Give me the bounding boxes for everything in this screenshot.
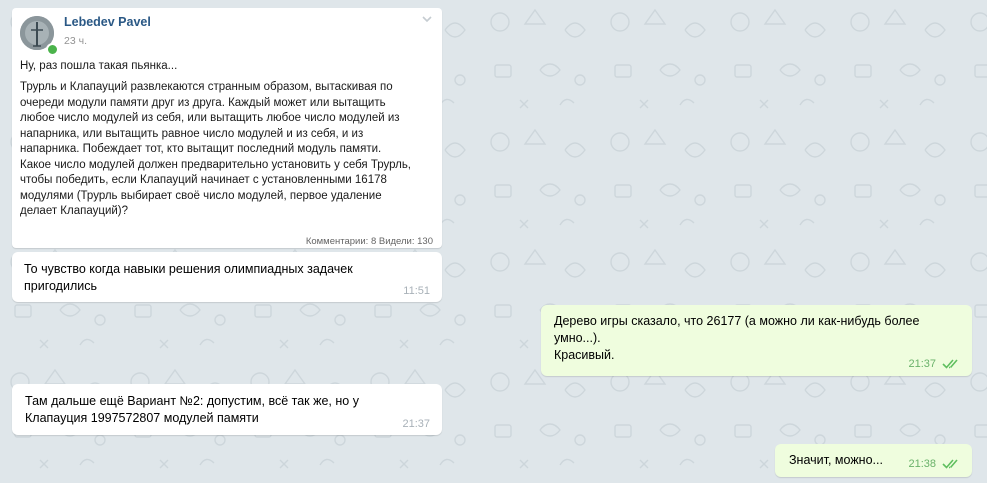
post-intro-text: Ну, раз пошла такая пьянка... xyxy=(20,60,178,72)
double-check-icon xyxy=(942,359,958,369)
message-text: Дерево игры сказало, что 26177 (а можно … xyxy=(554,314,920,362)
forwarded-post[interactable]: Lebedev Pavel 23 ч. Ну, раз пошла такая … xyxy=(12,8,442,248)
post-author[interactable]: Lebedev Pavel xyxy=(64,15,151,29)
message-bubble[interactable]: Там дальше ещё Вариант №2: допустим, всё… xyxy=(12,384,442,435)
message-bubble[interactable]: То чувство когда навыки решения олимпиад… xyxy=(12,252,442,302)
message-bubble[interactable]: Дерево игры сказало, что 26177 (а можно … xyxy=(541,305,972,376)
online-indicator xyxy=(46,43,59,56)
post-time[interactable]: 23 ч. xyxy=(64,35,87,47)
chevron-down-icon[interactable] xyxy=(420,14,434,24)
message-text: Там дальше ещё Вариант №2: допустим, всё… xyxy=(25,394,359,425)
message-time: 11:51 xyxy=(403,285,430,297)
message-time: 21:38 xyxy=(908,458,936,470)
post-stats: Комментарии: 8 Видели: 130 xyxy=(305,236,433,247)
message-text: Значит, можно... xyxy=(789,453,883,467)
message-time: 21:37 xyxy=(908,358,936,370)
message-bubble[interactable]: Значит, можно... 21:38 xyxy=(775,444,972,477)
double-check-icon xyxy=(942,459,958,469)
message-time: 21:37 xyxy=(402,418,430,430)
post-body-text: Трурль и Клапауций развлекаются странным… xyxy=(20,81,412,217)
message-text: То чувство когда навыки решения олимпиад… xyxy=(24,262,353,293)
